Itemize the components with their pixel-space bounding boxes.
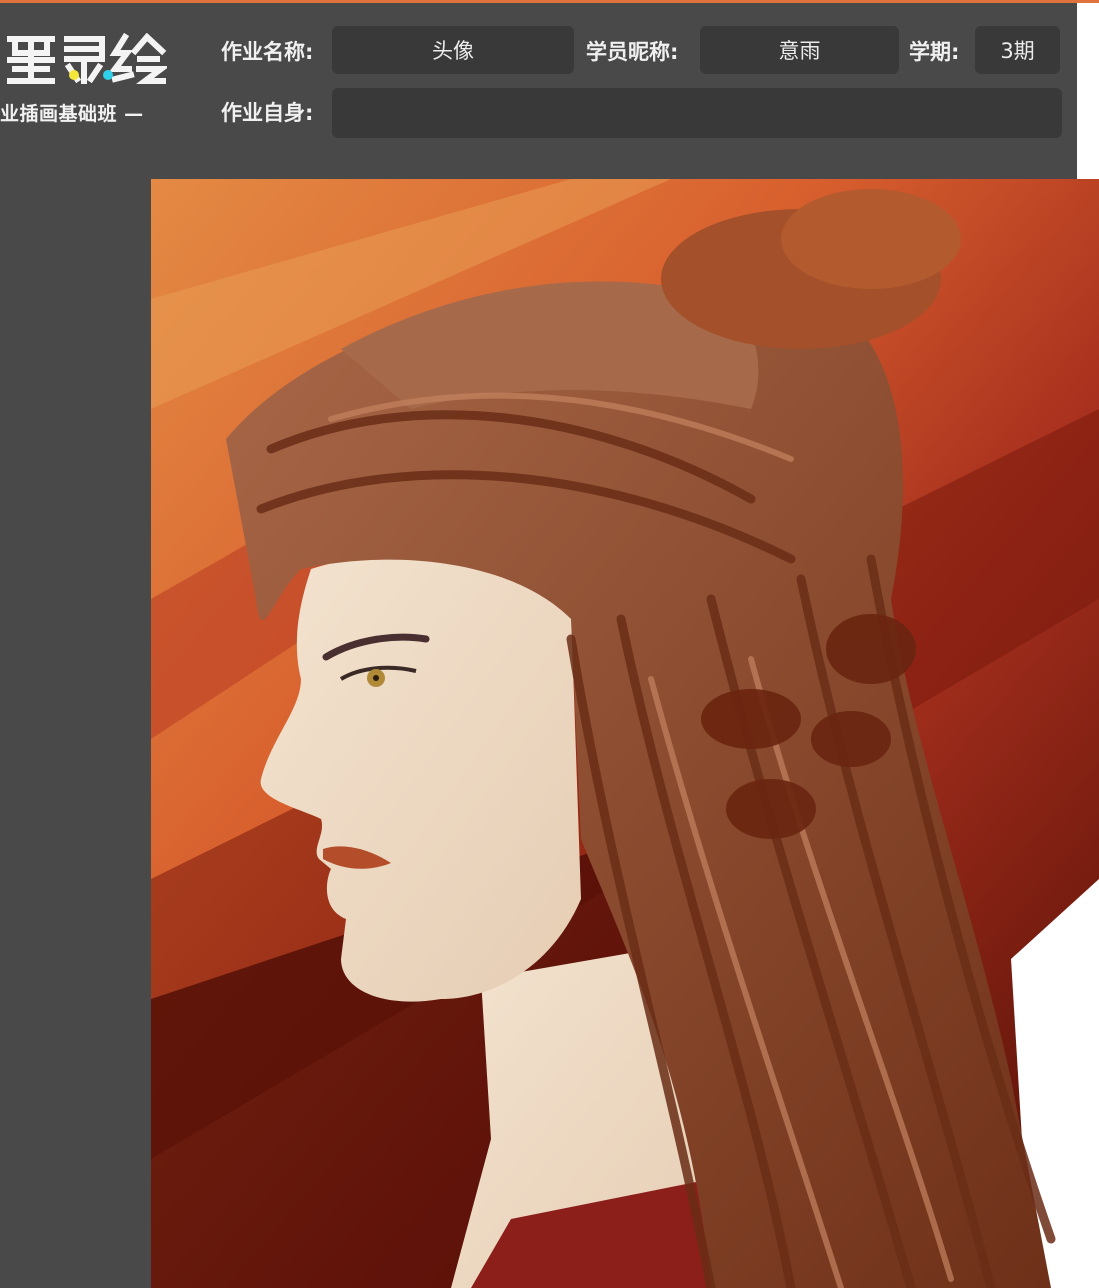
self-eval-label: 作业自身:: [221, 101, 314, 125]
term-label: 学期:: [909, 40, 960, 64]
student-nickname-field[interactable]: 意雨: [700, 26, 899, 74]
brand-logo: [7, 33, 167, 84]
student-nickname-label: 学员昵称:: [586, 40, 679, 64]
term-field[interactable]: 3期: [975, 26, 1060, 74]
self-eval-field[interactable]: [332, 88, 1062, 138]
course-name-text: 业插画基础班 —: [0, 103, 144, 125]
assignment-name-field[interactable]: 头像: [332, 26, 574, 74]
assignment-name-label: 作业名称:: [221, 40, 314, 64]
artwork-image: [151, 179, 1099, 1288]
